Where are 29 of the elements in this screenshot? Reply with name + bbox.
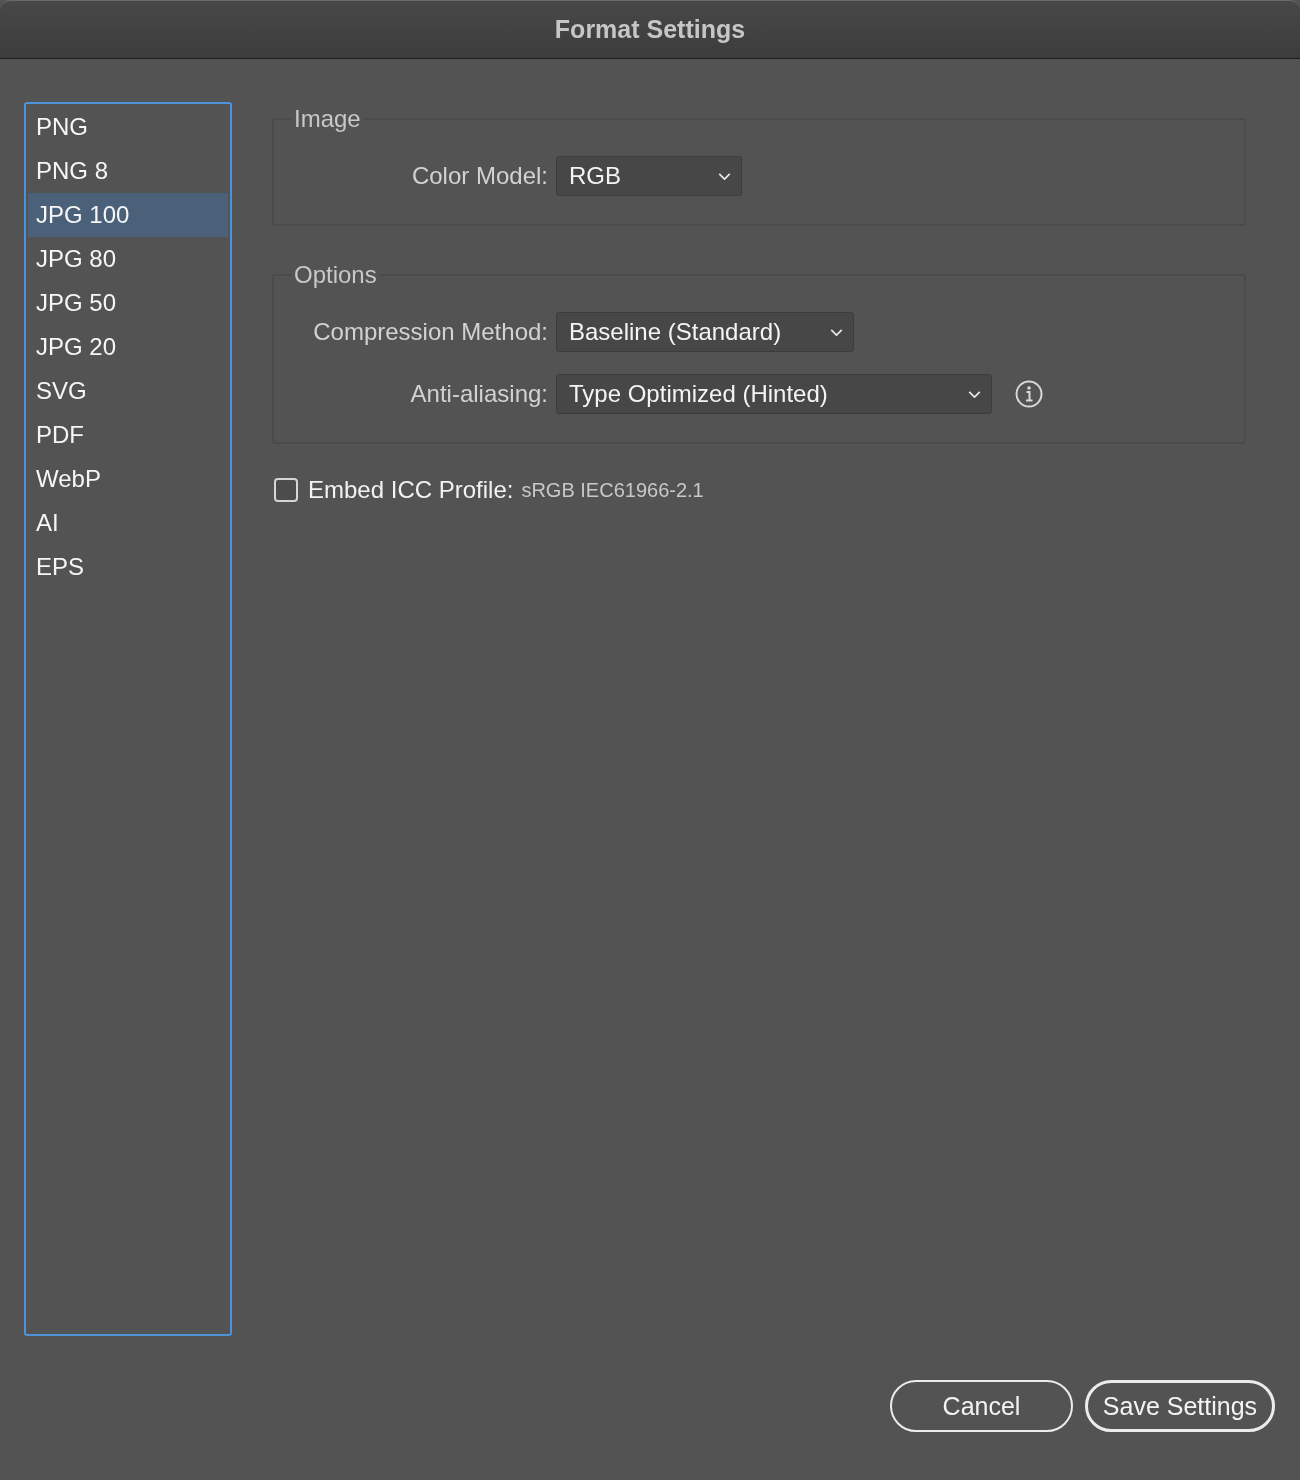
- checkbox-label: Embed ICC Profile:: [308, 476, 514, 504]
- save-button[interactable]: Save Settings: [1085, 1380, 1275, 1432]
- chevron-down-icon: [968, 390, 981, 398]
- format-list-item[interactable]: AI: [28, 501, 228, 545]
- group-legend: Options: [291, 260, 380, 290]
- cancel-button[interactable]: Cancel: [890, 1380, 1073, 1432]
- profile-name: sRGB IEC61966-2.1: [521, 478, 704, 502]
- format-list-item[interactable]: PNG: [28, 105, 228, 149]
- group-legend: Image: [291, 104, 364, 134]
- dropdown[interactable]: Baseline (Standard): [556, 312, 854, 352]
- format-list-item[interactable]: JPG 80: [28, 237, 228, 281]
- field-label: Anti-aliasing:: [410, 380, 548, 408]
- format-list-item[interactable]: SVG: [28, 369, 228, 413]
- window-title: Format Settings: [554, 15, 746, 44]
- format-list-item[interactable]: JPG 20: [28, 325, 228, 369]
- format-list-item[interactable]: PDF: [28, 413, 228, 457]
- chevron-down-icon: [830, 328, 843, 336]
- format-list-item[interactable]: EPS: [28, 545, 228, 589]
- checkbox[interactable]: [274, 478, 298, 502]
- info-icon[interactable]: [1015, 380, 1043, 408]
- format-list-item[interactable]: JPG 100: [28, 193, 228, 237]
- chevron-down-icon: [718, 172, 731, 180]
- format-list-item[interactable]: WebP: [28, 457, 228, 501]
- dropdown[interactable]: RGB: [556, 156, 742, 196]
- field-label: Color Model:: [411, 162, 548, 190]
- format-list-item[interactable]: JPG 50: [28, 281, 228, 325]
- field-label: Compression Method:: [313, 318, 548, 346]
- dropdown[interactable]: Type Optimized (Hinted): [556, 374, 992, 414]
- format-list-item[interactable]: PNG 8: [28, 149, 228, 193]
